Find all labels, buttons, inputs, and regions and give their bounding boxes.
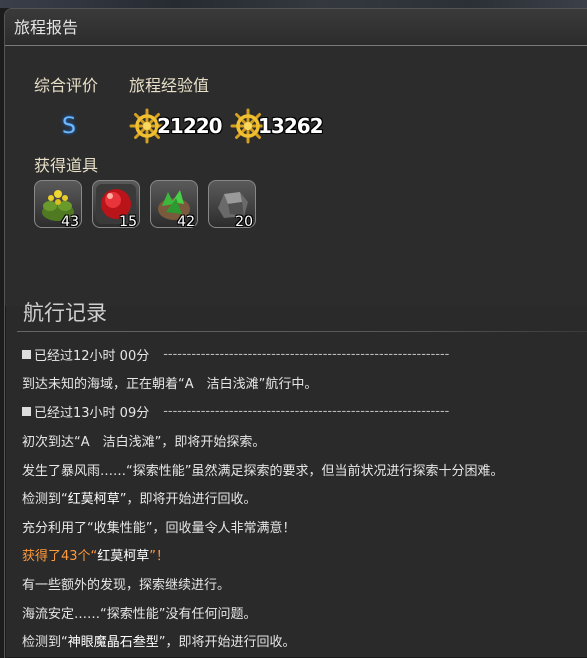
log-dashes: ----------------------------------------… (163, 404, 450, 419)
log-entry: 检测到“红莫柯草”，即将开始进行回收。 (22, 488, 257, 507)
bullet-square-icon (22, 407, 31, 416)
log-text: 充分利用了“收集性能”，回收量令人非常满意！ (22, 521, 296, 536)
log-time-header: 已经过13小时 09分 -----------------------------… (22, 402, 449, 421)
exp-value-1: 21220 (129, 108, 223, 144)
window-title[interactable]: 旅程报告 (5, 9, 587, 46)
log-text: 发生了暴风雨……“探索性能”虽然满足探索的要求，但当前状况进行探索十分困难。 (22, 464, 504, 479)
item-name: 神眼魔晶石叁型 (67, 635, 159, 650)
log-text: 检测到“ (22, 492, 68, 507)
item-count: 43 (61, 214, 79, 230)
log-time-header: 已经过12小时 00分 -----------------------------… (22, 345, 449, 364)
log-entry: 获得了43个“红莫柯草”！ (22, 545, 169, 564)
log-text: 海流安定……“探索性能”没有任何问题。 (22, 607, 257, 622)
log-divider (17, 331, 587, 332)
log-entry: 到达未知的海域，正在朝着“A 洁白浅滩”航行中。 (22, 373, 317, 392)
log-title: 航行记录 (23, 301, 107, 325)
exp-value-text-1: 21220 (157, 114, 223, 138)
rating-value: S (62, 114, 76, 139)
log-text: 初次到达“A 洁白浅滩”，即将开始探索。 (22, 435, 266, 450)
item-slot-gem[interactable]: 15 (92, 180, 140, 230)
exp-label: 旅程经验值 (129, 76, 210, 95)
log-entry: 有一些额外的发现，探索继续进行。 (22, 574, 230, 593)
log-text: 有一些额外的发现，探索继续进行。 (22, 578, 231, 593)
log-text: ”，即将开始进行回收。 (158, 635, 296, 650)
log-time-text: 已经过13小时 09分 (34, 406, 150, 421)
log-text: ”，即将开始进行回收。 (119, 492, 257, 507)
item-name: 红莫柯草 (97, 549, 150, 564)
log-entry: 检测到“神眼魔晶石叁型”，即将开始进行回收。 (22, 631, 296, 650)
item-name: 红莫柯草 (67, 492, 120, 507)
exp-value-2: 13262 (230, 108, 324, 144)
exp-value-text-2: 13262 (258, 114, 324, 138)
log-time-text: 已经过12小时 00分 (34, 349, 150, 364)
log-entry: 海流安定……“探索性能”没有任何问题。 (22, 603, 256, 622)
log-text: 获得了43个“ (22, 549, 98, 564)
items-label: 获得道具 (34, 156, 99, 175)
log-text: ”！ (149, 549, 170, 564)
log-entry: 充分利用了“收集性能”，回收量令人非常满意！ (22, 517, 295, 536)
log-dashes: ----------------------------------------… (163, 347, 450, 362)
log-entry: 初次到达“A 洁白浅滩”，即将开始探索。 (22, 431, 265, 450)
item-count: 15 (119, 214, 137, 230)
log-text: 检测到“ (22, 635, 68, 650)
item-slot-herb[interactable]: 43 (34, 180, 82, 230)
log-entry: 发生了暴风雨……“探索性能”虽然满足探索的要求，但当前状况进行探索十分困难。 (22, 460, 503, 479)
background-strip (0, 0, 587, 8)
bullet-square-icon (22, 350, 31, 359)
rating-label: 综合评价 (34, 76, 99, 95)
log-text: 到达未知的海域，正在朝着“A 洁白浅滩”航行中。 (22, 377, 318, 392)
item-count: 20 (235, 214, 253, 230)
item-slot-stone[interactable]: 20 (208, 180, 256, 230)
item-count: 42 (177, 214, 195, 230)
voyage-report-window: 旅程报告 综合评价 旅程经验值 S 21220 13262 获得道具 43 15… (4, 8, 587, 658)
item-slot-crystal[interactable]: 42 (150, 180, 198, 230)
summary-section: 综合评价 旅程经验值 S 21220 13262 获得道具 43 15 42 2… (5, 46, 587, 306)
